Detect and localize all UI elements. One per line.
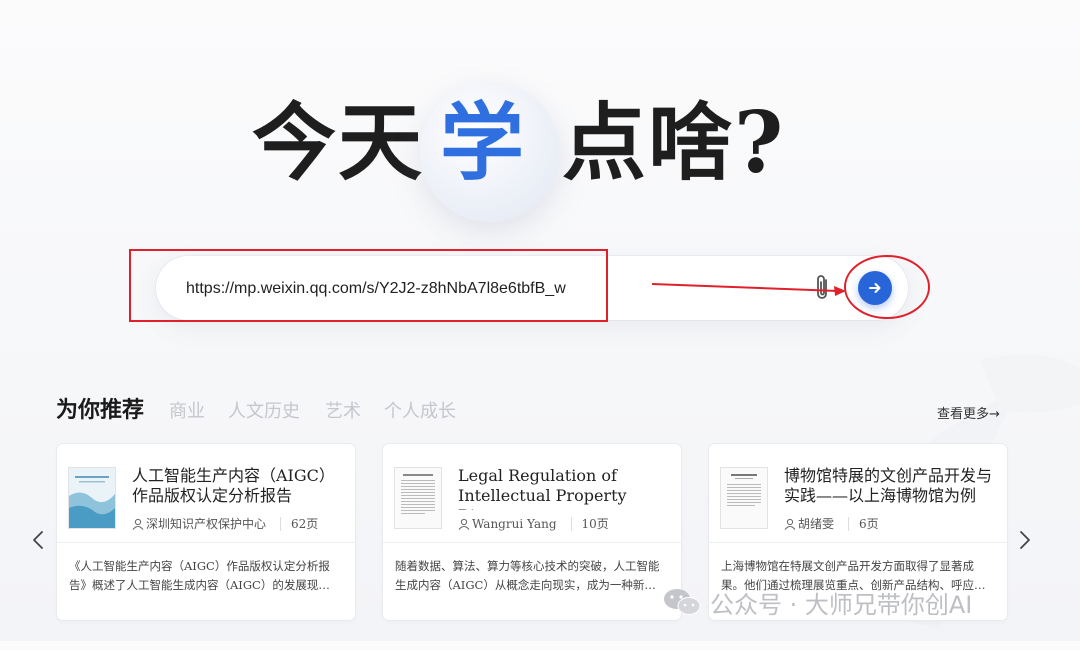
watermark-text: 公众号 · 大师兄带你创AI	[710, 591, 973, 619]
card-description: 随着数据、算法、算力等核心技术的突破，人工智能生成内容（AIGC）从概念走向现实…	[395, 559, 660, 592]
hero-title: 今天 学 点啥?	[0, 82, 1080, 222]
document-thumbnail	[395, 468, 441, 528]
hero-title-right: 点啥?	[562, 93, 786, 192]
document-thumbnail	[721, 468, 767, 528]
document-thumbnail	[69, 468, 115, 528]
card-divider	[709, 542, 1007, 543]
user-icon	[458, 518, 470, 530]
recommend-card[interactable]: Legal Regulation of Intellectual Propert…	[383, 444, 681, 620]
annotation-url-box	[129, 249, 608, 322]
recommend-title: 为你推荐	[56, 397, 145, 423]
card-divider	[57, 542, 355, 543]
card-pages: 62页	[280, 517, 319, 531]
chevron-left-icon[interactable]	[27, 528, 51, 552]
tab-humanities-history[interactable]: 人文历史	[228, 397, 300, 423]
user-icon	[132, 518, 144, 530]
card-author: 深圳知识产权保护中心	[146, 517, 267, 531]
card-divider	[383, 542, 681, 543]
card-description: 《人工智能生产内容（AIGC）作品版权认定分析报告》概述了人工智能生成内容（AI…	[69, 559, 330, 592]
hero-title-left: 今天	[252, 93, 425, 192]
submit-button[interactable]	[858, 271, 892, 305]
card-title: Legal Regulation of Intellectual Propert…	[458, 466, 627, 510]
wechat-icon	[664, 589, 701, 615]
view-more-link[interactable]: 查看更多→	[937, 403, 1000, 422]
card-meta: 深圳知识产权保护中心 62页	[132, 515, 319, 532]
card-meta: Wangrui Yang 10页	[458, 515, 609, 532]
arrow-right-icon	[869, 283, 881, 293]
card-title: 人工智能生产内容（AIGC）作品版权认定分析报告	[132, 466, 335, 505]
tab-personal-growth[interactable]: 个人成长	[384, 397, 456, 423]
hero-title-accent: 学	[440, 93, 527, 192]
tab-art[interactable]: 艺术	[325, 397, 361, 423]
card-pages: 10页	[570, 517, 609, 531]
card-title: 博物馆特展的文创产品开发与实践——以上海博物馆为例	[784, 466, 993, 505]
attachment-icon[interactable]	[811, 273, 835, 303]
card-author: 胡绪雯	[798, 517, 835, 531]
card-meta: 胡绪雯 6页	[784, 515, 879, 532]
tab-business[interactable]: 商业	[169, 397, 205, 423]
chevron-right-icon[interactable]	[1012, 528, 1036, 552]
card-pages: 6页	[848, 517, 879, 531]
user-icon	[784, 518, 796, 530]
recommend-card[interactable]: 人工智能生产内容（AIGC）作品版权认定分析报告 深圳知识产权保护中心 62页 《…	[57, 444, 355, 620]
card-author: Wangrui Yang	[472, 517, 557, 531]
